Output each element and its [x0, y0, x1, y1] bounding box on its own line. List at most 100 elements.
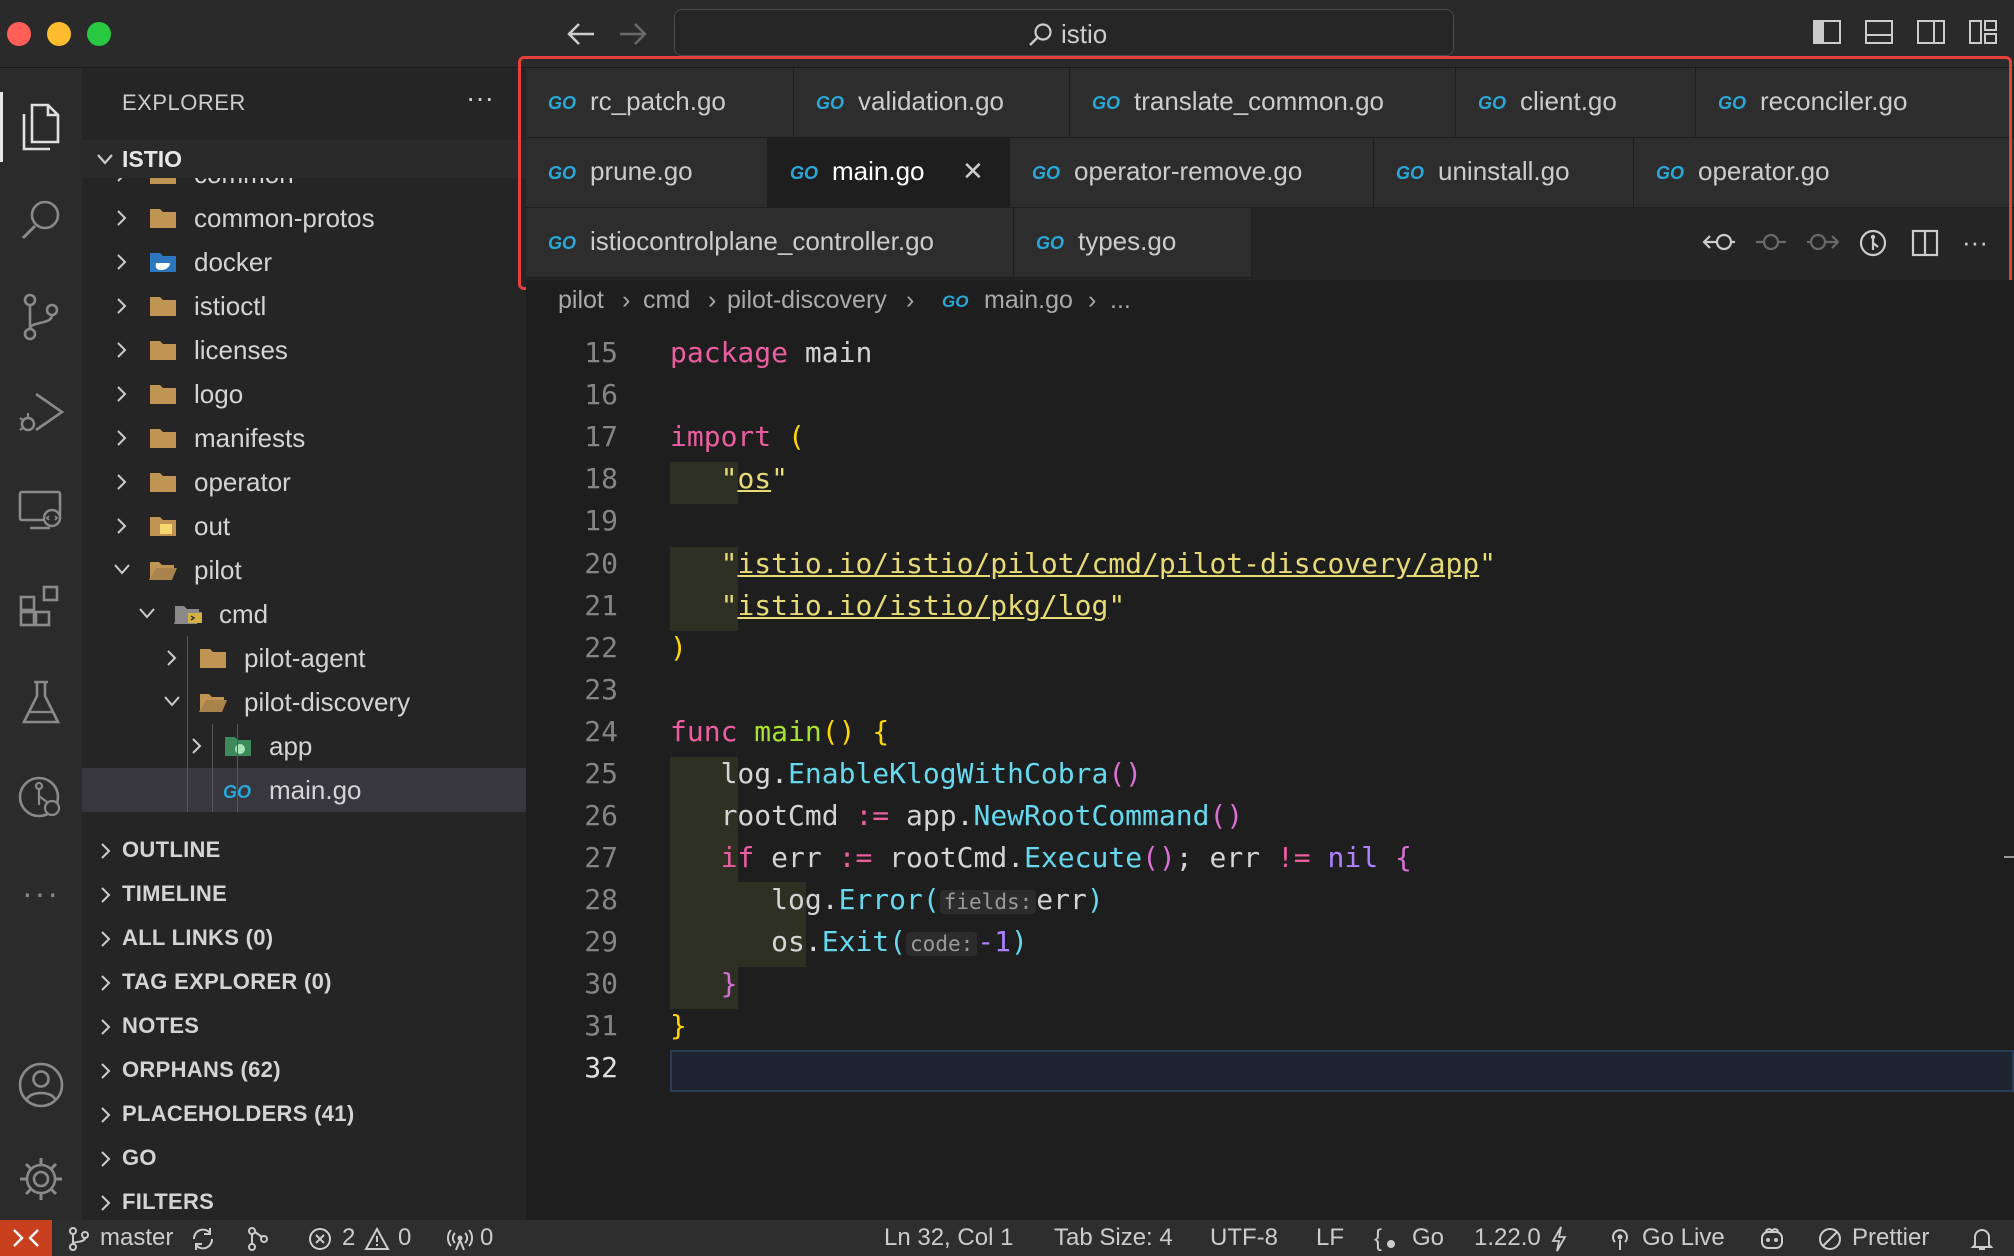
- editor-tab[interactable]: GO client.go: [1456, 68, 1696, 138]
- toggle-secondary-sidebar-icon[interactable]: [1916, 18, 1946, 46]
- sidebar-section-header[interactable]: ALL LINKS (0): [82, 916, 526, 960]
- explorer-more-actions-icon[interactable]: ···: [466, 82, 494, 114]
- file-tree-item[interactable]: manifests: [82, 416, 526, 460]
- maximize-window-button[interactable]: [87, 22, 111, 46]
- editor-tab[interactable]: GO operator-remove.go: [1010, 138, 1374, 208]
- prettier-check-icon[interactable]: [1818, 1227, 1842, 1251]
- split-editor-icon[interactable]: [1910, 228, 1940, 258]
- sidebar-section-header[interactable]: FILTERS: [82, 1180, 526, 1224]
- go-version[interactable]: 1.22.0: [1474, 1224, 1541, 1252]
- breadcrumb-item[interactable]: pilot-discovery: [727, 286, 887, 315]
- file-tree-item[interactable]: pilot-discovery: [82, 680, 526, 724]
- go-back-in-history-icon[interactable]: [1702, 228, 1736, 256]
- file-tree-item[interactable]: GO main.go: [82, 768, 526, 812]
- close-window-button[interactable]: [7, 22, 31, 46]
- sidebar-section-header[interactable]: ORPHANS (62): [82, 1048, 526, 1092]
- accounts-icon[interactable]: [0, 1050, 82, 1120]
- go-live-broadcast-icon[interactable]: [1608, 1227, 1632, 1251]
- tab-label: validation.go: [858, 86, 1004, 116]
- editor-tab[interactable]: GO reconciler.go: [1696, 68, 2012, 138]
- file-encoding[interactable]: UTF-8: [1210, 1224, 1278, 1252]
- more-actions-icon[interactable]: ···: [1962, 228, 1988, 256]
- editor-tab[interactable]: GO types.go: [1014, 208, 1252, 278]
- file-tree-item[interactable]: docker: [82, 240, 526, 284]
- file-tree-item[interactable]: pilot: [82, 548, 526, 592]
- sidebar-section-header[interactable]: TIMELINE: [82, 872, 526, 916]
- forward-arrow-icon[interactable]: [618, 20, 648, 48]
- sidebar-section-header[interactable]: OUTLINE: [82, 828, 526, 872]
- sidebar-section-header[interactable]: PLACEHOLDERS (41): [82, 1092, 526, 1136]
- toggle-primary-sidebar-icon[interactable]: [1812, 18, 1842, 46]
- remote-indicator-icon[interactable]: [0, 1220, 52, 1256]
- go-live-button[interactable]: Go Live: [1642, 1224, 1725, 1252]
- manage-gear-icon[interactable]: [0, 1144, 82, 1214]
- extensions-icon[interactable]: [0, 570, 82, 640]
- minimize-window-button[interactable]: [47, 22, 71, 46]
- file-tree-item[interactable]: out: [82, 504, 526, 548]
- close-tab-icon[interactable]: ✕: [962, 156, 984, 187]
- sidebar-section-header[interactable]: NOTES: [82, 1004, 526, 1048]
- warning-icon[interactable]: [364, 1227, 390, 1251]
- editor-tab[interactable]: GO prune.go: [526, 138, 768, 208]
- editor-tab[interactable]: GO translate_common.go: [1070, 68, 1456, 138]
- code-line: }: [720, 967, 738, 1000]
- branch-name[interactable]: master: [100, 1224, 173, 1252]
- open-changes-icon[interactable]: [1858, 228, 1888, 258]
- file-tree-item[interactable]: cmd: [82, 592, 526, 636]
- language-mode[interactable]: Go: [1412, 1224, 1444, 1252]
- file-tree-item[interactable]: istioctl: [82, 284, 526, 328]
- sidebar-section-label: GO: [122, 1145, 157, 1170]
- workspace-root-header[interactable]: ISTIO: [82, 140, 526, 178]
- back-arrow-icon[interactable]: [566, 20, 596, 48]
- editor-tab[interactable]: GO validation.go: [794, 68, 1070, 138]
- error-count[interactable]: 2: [342, 1224, 355, 1252]
- explorer-files-icon[interactable]: [0, 92, 82, 162]
- scrollbar-marker[interactable]: [2004, 856, 2014, 858]
- file-tree-item[interactable]: licenses: [82, 328, 526, 372]
- editor-tab[interactable]: GO operator.go: [1634, 138, 2014, 208]
- sidebar-section-header[interactable]: GO: [82, 1136, 526, 1180]
- more-views-icon[interactable]: ···: [0, 858, 82, 928]
- file-tree-item[interactable]: app: [82, 724, 526, 768]
- toggle-panel-icon[interactable]: [1864, 18, 1894, 46]
- cursor-position[interactable]: Ln 32, Col 1: [884, 1224, 1013, 1252]
- gitlens-icon[interactable]: [0, 762, 82, 832]
- bell-icon[interactable]: [1970, 1226, 1994, 1252]
- warning-count[interactable]: 0: [398, 1224, 411, 1252]
- breadcrumb-item[interactable]: pilot: [558, 286, 604, 315]
- breadcrumb-item[interactable]: ...: [1110, 286, 1131, 315]
- line-number: 27: [584, 841, 618, 874]
- git-graph-icon[interactable]: [246, 1226, 270, 1252]
- sync-icon[interactable]: [190, 1226, 216, 1252]
- file-tree-item[interactable]: logo: [82, 372, 526, 416]
- breadcrumb-item[interactable]: cmd: [643, 286, 690, 315]
- breadcrumb-item[interactable]: main.go: [984, 286, 1073, 315]
- error-icon[interactable]: [308, 1227, 332, 1251]
- chevron-right-icon: [112, 340, 130, 360]
- sidebar-section-header[interactable]: TAG EXPLORER (0): [82, 960, 526, 1004]
- ports-count[interactable]: 0: [480, 1224, 493, 1252]
- testing-flask-icon[interactable]: [0, 668, 82, 738]
- previous-change-icon[interactable]: [1754, 228, 1788, 256]
- source-control-icon[interactable]: [0, 282, 82, 352]
- remote-explorer-icon[interactable]: [0, 476, 82, 546]
- end-of-line[interactable]: LF: [1316, 1224, 1344, 1252]
- ports-broadcast-icon[interactable]: [446, 1227, 474, 1251]
- editor-tab[interactable]: GO istiocontrolplane_controller.go: [526, 208, 1014, 278]
- run-debug-icon[interactable]: [0, 378, 82, 448]
- editor-tab[interactable]: GO rc_patch.go: [526, 68, 794, 138]
- file-tree-item[interactable]: pilot-agent: [82, 636, 526, 680]
- copilot-icon[interactable]: [1758, 1226, 1786, 1252]
- file-tree-item[interactable]: operator: [82, 460, 526, 504]
- search-icon[interactable]: [0, 185, 82, 255]
- editor-tab[interactable]: GO main.go ✕: [768, 138, 1010, 208]
- editor-tab[interactable]: GO uninstall.go: [1374, 138, 1634, 208]
- file-tree-item[interactable]: common-protos: [82, 196, 526, 240]
- command-center-search[interactable]: istio: [674, 9, 1454, 56]
- customize-layout-icon[interactable]: [1968, 18, 1998, 46]
- line-number: 16: [584, 378, 618, 411]
- prettier-button[interactable]: Prettier: [1852, 1224, 1929, 1252]
- file-tree-item[interactable]: common: [82, 178, 526, 196]
- go-forward-in-history-icon[interactable]: [1806, 228, 1840, 256]
- tab-size[interactable]: Tab Size: 4: [1054, 1224, 1173, 1252]
